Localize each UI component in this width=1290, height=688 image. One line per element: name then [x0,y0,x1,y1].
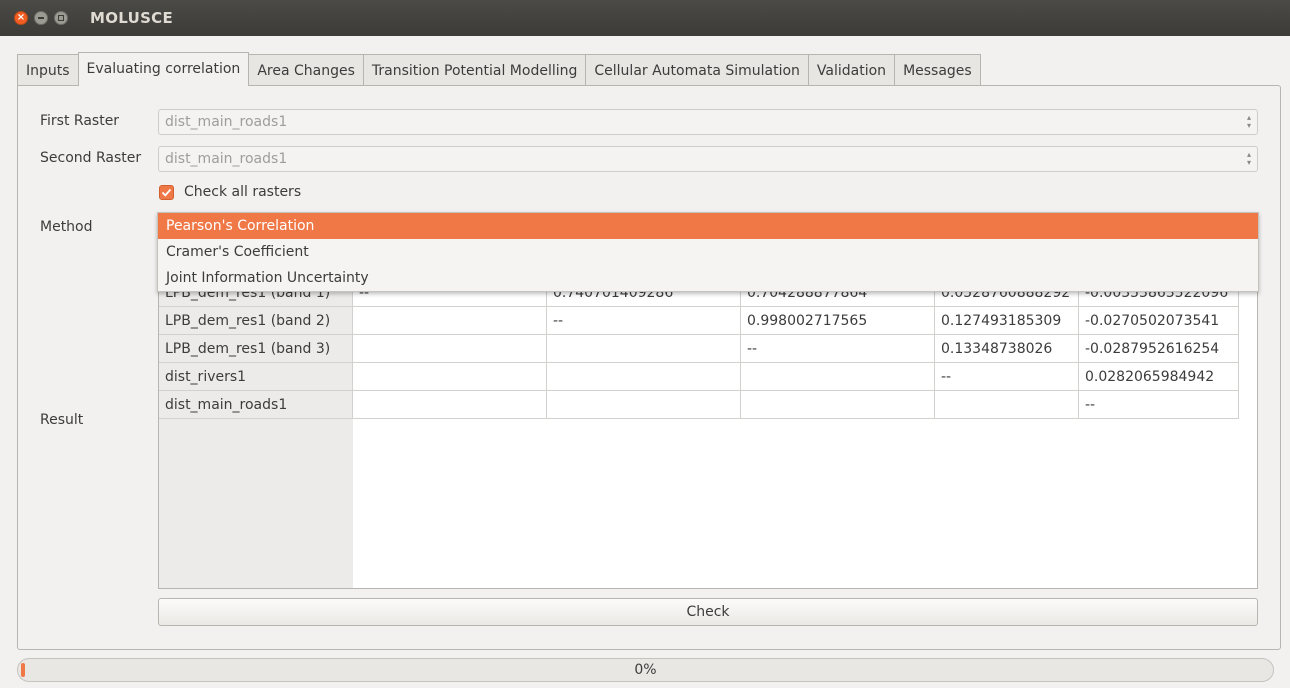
table-cell[interactable] [353,363,547,391]
row-header[interactable]: dist_rivers1 [159,363,353,391]
spin-arrows-icon: ▴ ▾ [1246,113,1251,130]
check-all-rasters-checkbox[interactable] [159,185,174,200]
table-cell[interactable]: 0.13348738026 [935,335,1079,363]
result-table[interactable]: LPB_dem_res1 (band 1) -- 0.740701409286 0.7… [158,278,1258,589]
close-window-button[interactable]: × [14,11,28,25]
second-raster-combo[interactable]: dist_main_roads1 ▴ ▾ [158,146,1258,172]
method-label: Method [40,219,93,235]
title-bar: × MOLUSCE [0,0,1290,36]
row-header[interactable]: LPB_dem_res1 (band 3) [159,335,353,363]
table-row: dist_rivers1 -- 0.0282065984942 [159,363,1239,391]
first-raster-value: dist_main_roads1 [165,114,288,130]
table-cell[interactable]: 0.127493185309 [935,307,1079,335]
table-cell[interactable] [353,307,547,335]
check-button[interactable]: Check [158,598,1258,626]
tab-inputs[interactable]: Inputs [17,54,79,86]
row-header[interactable]: LPB_dem_res1 (band 2) [159,307,353,335]
second-raster-value: dist_main_roads1 [165,151,288,167]
table-cell[interactable]: 0.998002717565 [741,307,935,335]
table-row: dist_main_roads1 -- [159,391,1239,419]
table-cell[interactable] [741,363,935,391]
checkmark-icon [161,188,172,197]
table-cell[interactable] [353,391,547,419]
first-raster-combo[interactable]: dist_main_roads1 ▴ ▾ [158,109,1258,135]
second-raster-label: Second Raster [40,150,142,166]
method-option-joint-information[interactable]: Joint Information Uncertainty [158,265,1258,291]
first-raster-label: First Raster [40,113,120,129]
table-cell[interactable] [353,335,547,363]
table-cell[interactable]: -- [935,363,1079,391]
tab-cellular-automata-simulation[interactable]: Cellular Automata Simulation [585,54,809,86]
table-cell[interactable] [547,391,741,419]
row-header[interactable]: dist_main_roads1 [159,391,353,419]
method-dropdown-list[interactable]: Pearson's Correlation Cramer's Coefficie… [157,212,1259,292]
method-option-cramer[interactable]: Cramer's Coefficient [158,239,1258,265]
progress-fill [21,663,25,677]
table-cell[interactable]: -- [1079,391,1239,419]
table-row: LPB_dem_res1 (band 3) -- 0.13348738026 -0.0… [159,335,1239,363]
tab-evaluating-correlation[interactable]: Evaluating correlation [77,52,250,86]
progress-bar: 0% [17,658,1274,682]
minimize-window-button[interactable] [34,11,48,25]
table-cell[interactable] [935,391,1079,419]
tab-validation[interactable]: Validation [807,54,896,86]
table-cell[interactable] [547,335,741,363]
progress-text: 0% [634,662,657,678]
tab-messages[interactable]: Messages [894,54,981,86]
table-cell[interactable]: -- [547,307,741,335]
result-label: Result [40,412,84,428]
spin-arrows-icon: ▴ ▾ [1246,150,1251,167]
table-cell[interactable] [741,391,935,419]
table-cell[interactable]: -0.0270502073541 [1079,307,1239,335]
tab-transition-potential-modelling[interactable]: Transition Potential Modelling [362,54,587,86]
table-cell[interactable]: -0.0287952616254 [1079,335,1239,363]
table-cell[interactable]: -- [741,335,935,363]
tab-area-changes[interactable]: Area Changes [248,54,364,86]
method-option-pearson[interactable]: Pearson's Correlation [158,213,1258,239]
maximize-window-button[interactable] [54,11,68,25]
tab-bar: Inputs Evaluating correlation Area Chang… [17,52,981,86]
table-row: LPB_dem_res1 (band 2) -- 0.998002717565 0.1… [159,307,1239,335]
check-all-rasters-label: Check all rasters [184,184,302,200]
table-cell[interactable]: 0.0282065984942 [1079,363,1239,391]
window-title: MOLUSCE [90,9,174,27]
table-cell[interactable] [547,363,741,391]
